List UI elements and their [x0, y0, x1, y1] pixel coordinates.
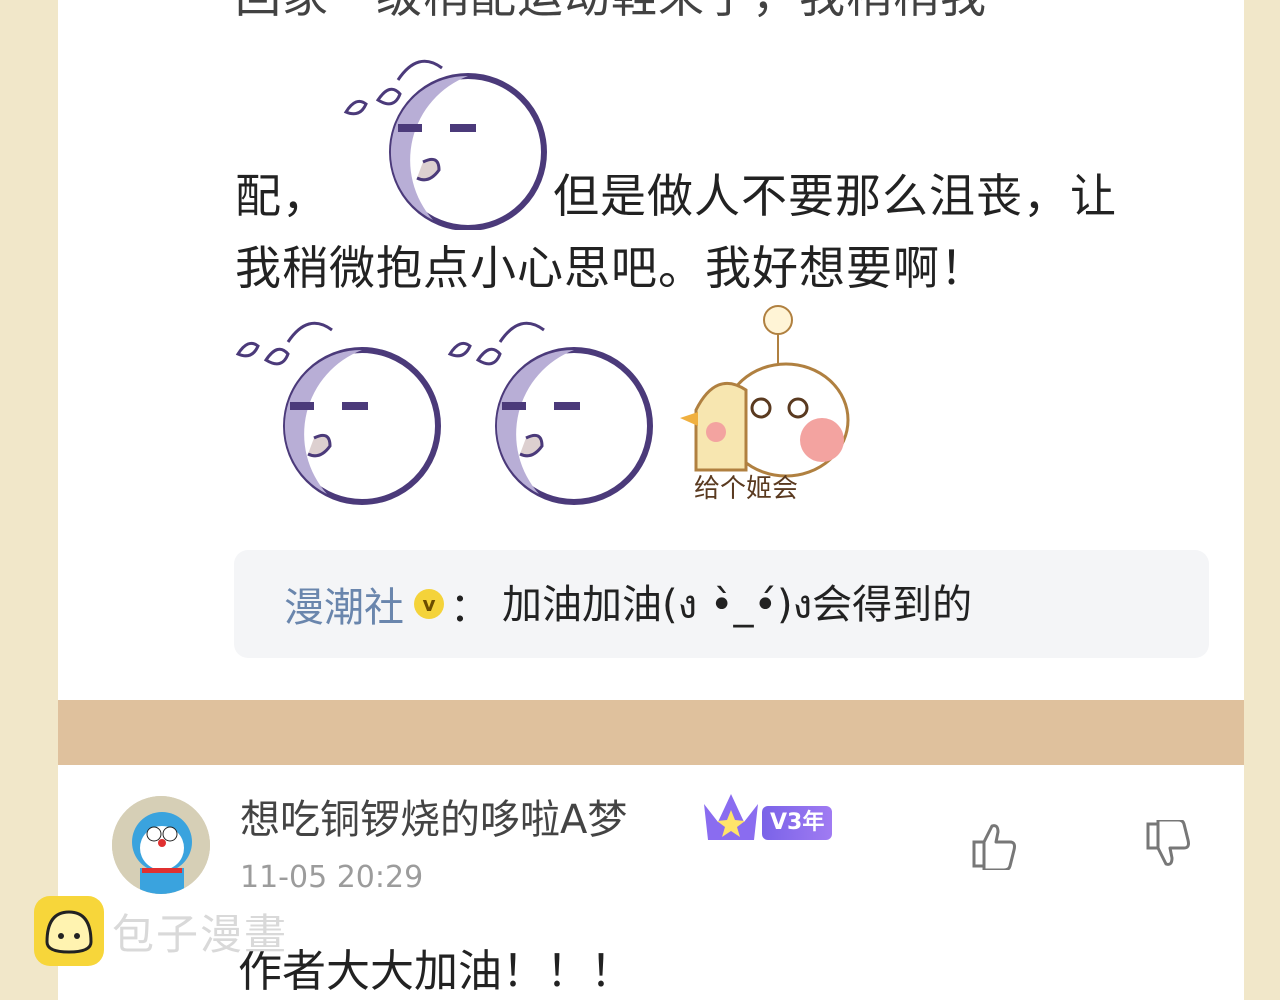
chicken-sticker: 给个姬会 — [676, 300, 866, 510]
background-left — [0, 0, 58, 1000]
level-badge: V3年 — [762, 806, 833, 840]
chicken-and-bun-icon — [680, 305, 850, 478]
watermark: 包子漫畫 — [34, 896, 288, 966]
background-right — [1244, 0, 1280, 1000]
comment-text: 作者大大加油！！！ — [238, 946, 634, 997]
watermark-text: 包子漫畫 — [112, 909, 289, 959]
reply-text: 加油加油(ง •̀_•́)ง会得到的 — [502, 582, 973, 628]
comment-timestamp: 11-05 20:29 — [240, 860, 424, 895]
doraemon-avatar-icon — [112, 796, 210, 894]
avatar[interactable] — [112, 796, 210, 894]
reply-box[interactable]: 漫潮社 v ： 加油加油(ง •̀_•́)ง会得到的 — [234, 550, 1209, 658]
crown-badge-icon — [704, 794, 758, 840]
post-text-line-2: 我稍微抱点小心思吧。我好想要啊！ — [235, 241, 987, 295]
moon-face-sticker — [343, 59, 547, 230]
verified-badge-icon: v — [414, 589, 444, 619]
moon-face-sticker — [235, 321, 441, 505]
comment-username[interactable]: 想吃铜锣烧的哆啦A梦 — [240, 790, 627, 850]
thumbs-down-icon[interactable] — [1142, 820, 1192, 870]
comment-separator — [58, 700, 1244, 765]
moon-face-sticker — [447, 321, 653, 505]
reply-colon: ： — [450, 585, 490, 631]
bun-logo-icon — [34, 896, 104, 966]
post-text-partial-line: 回家一级稍配运动鞋来了，我稍稍我 — [235, 0, 987, 24]
bun-face-icon — [45, 910, 93, 954]
post-text-line-1-end: 但是做人不要那么沮丧，让 — [553, 169, 1117, 223]
sticker-caption: 给个姬会 — [694, 474, 799, 504]
reply-username[interactable]: 漫潮社 — [284, 575, 404, 633]
thumbs-up-icon[interactable] — [968, 820, 1018, 870]
post-text-line-1-start: 配， — [235, 169, 329, 223]
